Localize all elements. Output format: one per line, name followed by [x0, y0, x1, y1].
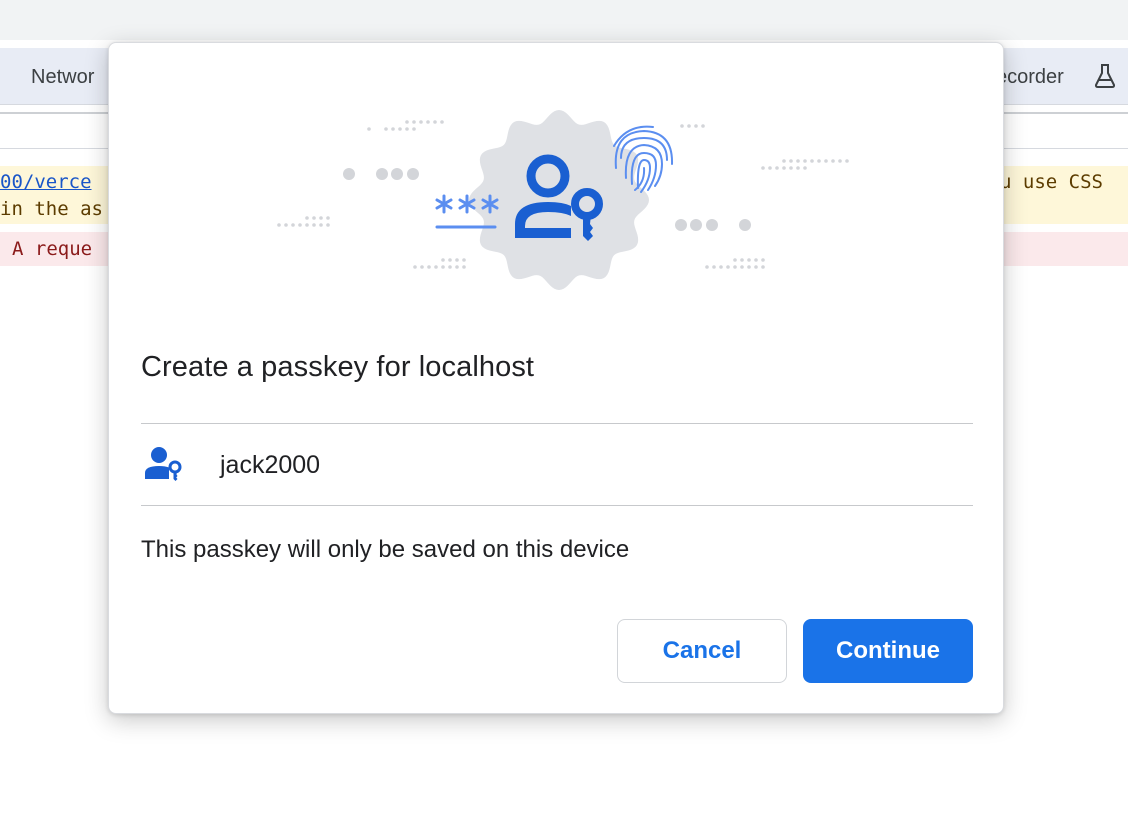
tab-network[interactable]: Networ: [31, 66, 94, 89]
console-warning-text: u use CSS: [1000, 171, 1103, 193]
cancel-button[interactable]: Cancel: [617, 619, 787, 683]
browser-top-bar: [0, 0, 1128, 40]
passkey-dialog: Create a passkey for localhost jack2000 …: [108, 42, 1004, 714]
passkey-person-key-icon: [145, 446, 185, 487]
console-error-text: A reque: [12, 238, 93, 260]
flask-icon: [1093, 63, 1117, 94]
console-warning-text: in the as: [0, 198, 103, 220]
account-username: jack2000: [220, 451, 321, 479]
info-text: This passkey will only be saved on this …: [141, 536, 630, 563]
tab-recorder[interactable]: ecorder: [996, 66, 1064, 89]
passkey-illustration: [277, 110, 849, 290]
dialog-title: Create a passkey for localhost: [141, 351, 535, 383]
continue-button[interactable]: Continue: [803, 619, 973, 683]
console-source-link[interactable]: 00/verce: [0, 171, 92, 193]
account-row: jack2000: [141, 424, 973, 505]
divider: [141, 505, 973, 506]
